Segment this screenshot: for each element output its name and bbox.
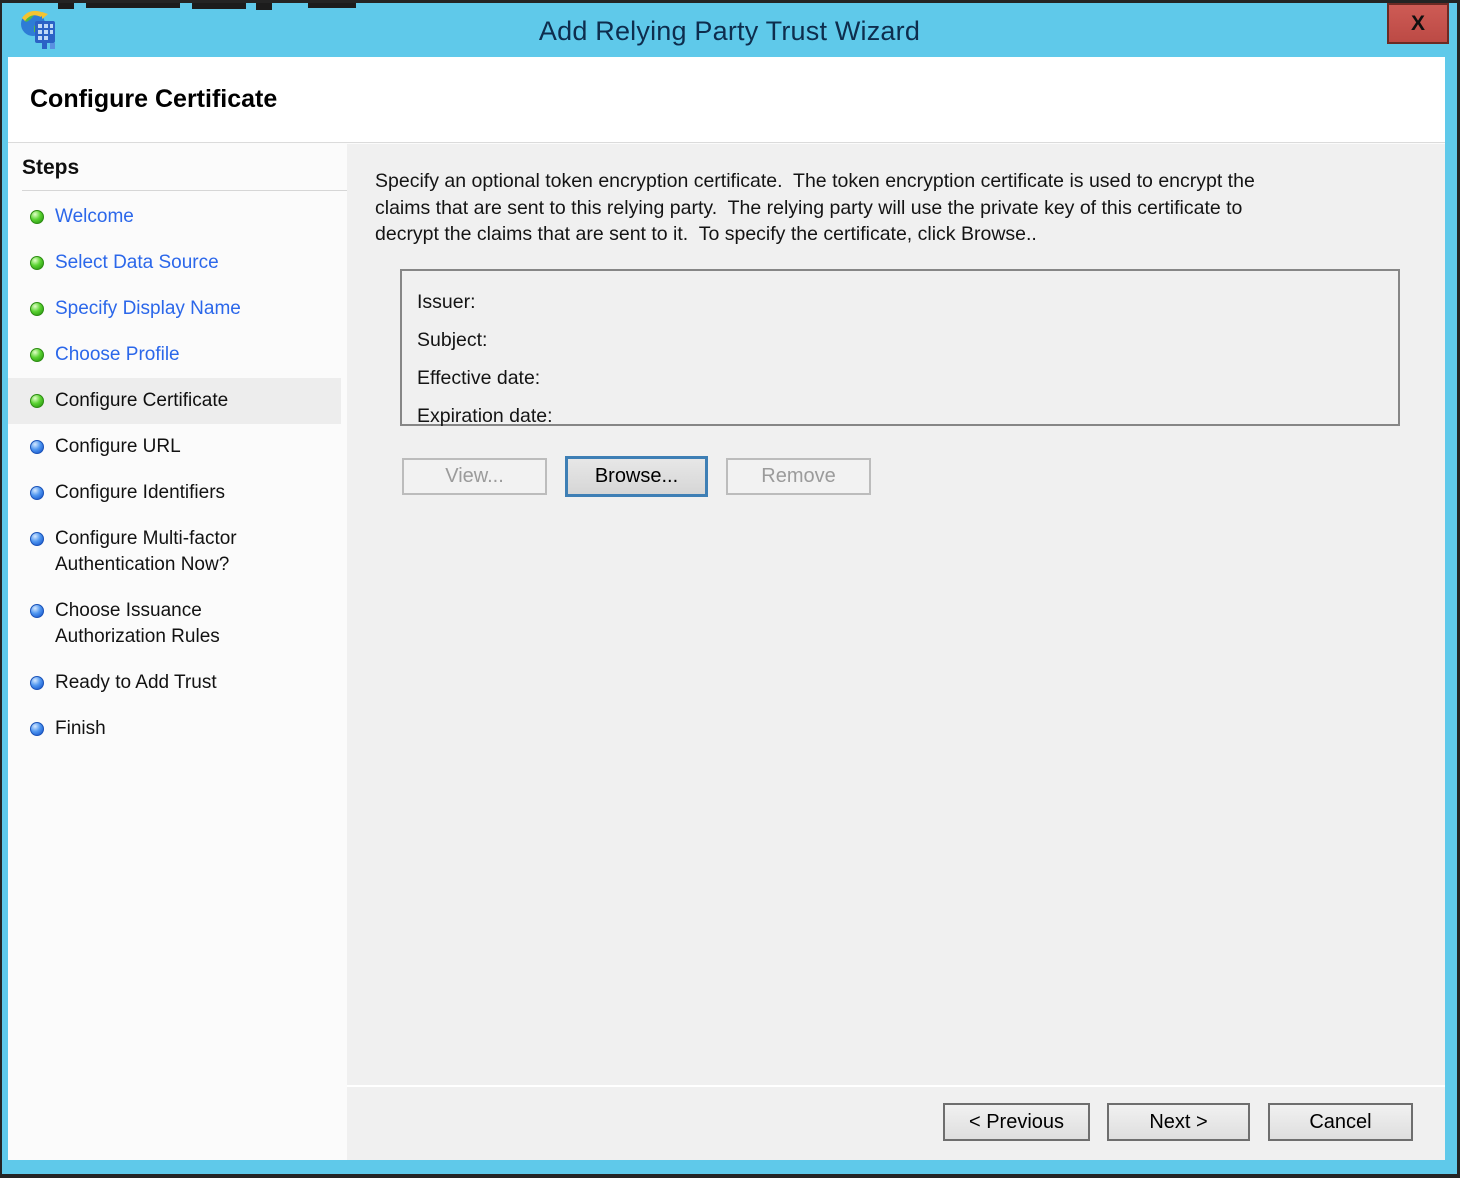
step-label: Ready to Add Trust: [55, 672, 217, 693]
step-item-choose-profile[interactable]: Choose Profile: [8, 332, 341, 378]
window-body: Configure Certificate Steps Welcome Sele…: [8, 57, 1445, 1160]
remove-button[interactable]: Remove: [726, 458, 871, 495]
certificate-actions: View... Browse... Remove: [402, 456, 871, 497]
step-item-choose-issuance-rules: Choose Issuance Authorization Rules: [8, 588, 341, 660]
footer-bar: < Previous Next > Cancel: [347, 1085, 1445, 1160]
window-title: Add Relying Party Trust Wizard: [538, 16, 921, 46]
step-item-configure-certificate: Configure Certificate: [8, 378, 341, 424]
step-label: Finish: [55, 718, 106, 739]
steps-sidebar: Steps Welcome Select Data Source Specify…: [8, 144, 347, 1160]
cancel-button[interactable]: Cancel: [1268, 1103, 1413, 1141]
view-button[interactable]: View...: [402, 458, 547, 495]
step-completed-icon: [30, 256, 44, 270]
steps-list: Welcome Select Data Source Specify Displ…: [8, 194, 347, 752]
step-label: Configure URL: [55, 436, 181, 457]
steps-heading: Steps: [22, 156, 80, 179]
step-item-select-data-source[interactable]: Select Data Source: [8, 240, 341, 286]
titlebar: Add Relying Party Trust Wizard X: [2, 3, 1457, 57]
step-item-finish: Finish: [8, 706, 341, 752]
step-completed-icon: [30, 302, 44, 316]
step-upcoming-icon: [30, 486, 44, 500]
step-label: Welcome: [55, 206, 134, 227]
step-label: Select Data Source: [55, 252, 219, 273]
page-description: Specify an optional token encryption cer…: [375, 170, 1255, 245]
certificate-field-issuer: Issuer:: [417, 283, 1398, 321]
previous-button[interactable]: < Previous: [943, 1103, 1090, 1141]
field-label: Expiration date:: [417, 405, 553, 427]
step-upcoming-icon: [30, 676, 44, 690]
step-label: Choose Issuance Authorization Rules: [55, 600, 220, 647]
step-item-welcome[interactable]: Welcome: [8, 194, 341, 240]
step-item-configure-identifiers: Configure Identifiers: [8, 470, 341, 516]
close-button[interactable]: X: [1387, 3, 1449, 44]
step-upcoming-icon: [30, 604, 44, 618]
field-label: Issuer:: [417, 291, 476, 313]
step-item-ready-to-add-trust: Ready to Add Trust: [8, 660, 341, 706]
field-label: Effective date:: [417, 367, 541, 389]
step-item-specify-display-name[interactable]: Specify Display Name: [8, 286, 341, 332]
step-upcoming-icon: [30, 532, 44, 546]
certificate-field-effective-date: Effective date:: [417, 359, 1398, 397]
step-upcoming-icon: [30, 722, 44, 736]
step-item-configure-mfa: Configure Multi-factor Authentication No…: [8, 516, 341, 588]
page-header: Configure Certificate: [8, 57, 1445, 143]
steps-divider: [22, 190, 347, 191]
close-icon: X: [1410, 12, 1425, 35]
step-completed-icon: [30, 210, 44, 224]
field-label: Subject:: [417, 329, 488, 351]
certificate-field-expiration-date: Expiration date:: [417, 397, 1398, 435]
browse-button[interactable]: Browse...: [565, 456, 708, 497]
next-button[interactable]: Next >: [1107, 1103, 1250, 1141]
step-upcoming-icon: [30, 440, 44, 454]
step-label: Choose Profile: [55, 344, 180, 365]
step-completed-icon: [30, 348, 44, 362]
step-label: Specify Display Name: [55, 298, 241, 319]
certificate-field-subject: Subject:: [417, 321, 1398, 359]
certificate-info-box: Issuer: Subject: Effective date: Expirat…: [400, 269, 1400, 427]
step-item-configure-url: Configure URL: [8, 424, 341, 470]
wizard-window: Add Relying Party Trust Wizard X Configu…: [0, 0, 1460, 1178]
step-label: Configure Identifiers: [55, 482, 226, 503]
step-label: Configure Multi-factor Authentication No…: [55, 528, 237, 575]
step-current-icon: [30, 394, 44, 408]
main-pane: Specify an optional token encryption cer…: [347, 144, 1445, 1160]
page-title: Configure Certificate: [30, 85, 278, 113]
step-label: Configure Certificate: [55, 390, 229, 411]
